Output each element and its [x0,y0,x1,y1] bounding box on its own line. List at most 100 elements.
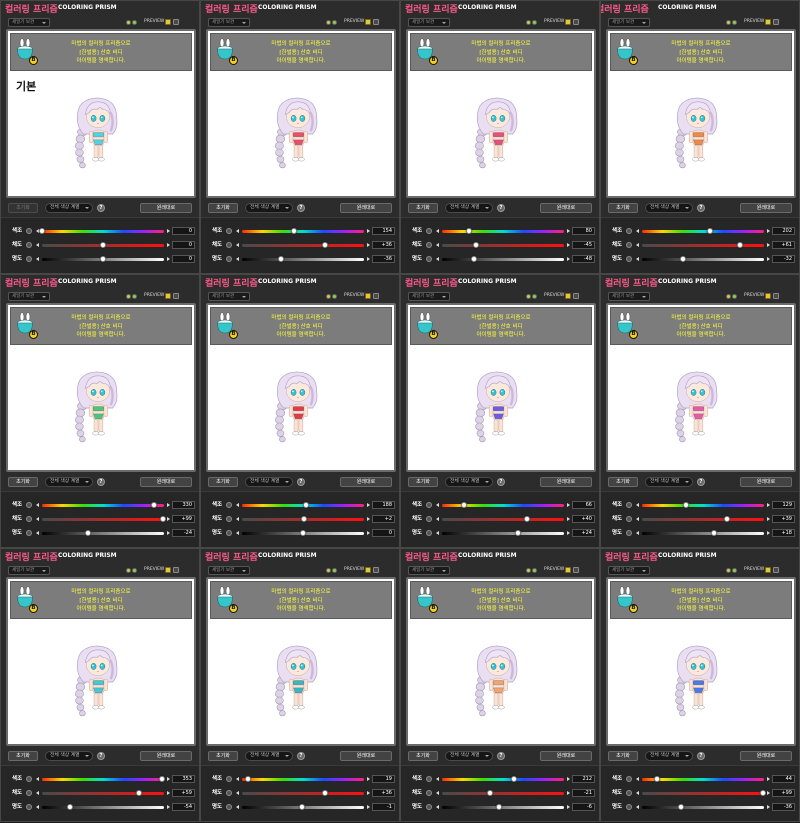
saturation-info-icon[interactable] [426,516,432,522]
hue-increase-arrow-icon[interactable] [167,776,170,781]
revert-button[interactable]: 원래대로 [540,477,592,487]
hue-decrease-arrow-icon[interactable] [436,502,439,507]
saturation-decrease-arrow-icon[interactable] [36,516,39,521]
background-icon[interactable] [173,293,179,299]
brightness-increase-arrow-icon[interactable] [167,804,170,809]
hue-slider-knob[interactable] [707,228,714,234]
brightness-slider-knob[interactable] [470,256,477,262]
background-icon[interactable] [773,567,779,573]
saturation-info-icon[interactable] [226,790,232,796]
help-icon[interactable]: ? [697,752,705,760]
hue-increase-arrow-icon[interactable] [167,228,170,233]
revert-button[interactable]: 원래대로 [340,203,392,213]
reset-button[interactable]: 초기화 [8,477,38,487]
preview-toggle-icon[interactable] [326,294,331,299]
hue-info-icon[interactable] [26,228,32,234]
hue-increase-arrow-icon[interactable] [767,228,770,233]
hue-slider[interactable] [442,229,564,233]
preview-toggle-icon[interactable] [126,20,131,25]
help-icon[interactable]: ? [297,204,305,212]
brightness-increase-arrow-icon[interactable] [567,256,570,261]
brightness-increase-arrow-icon[interactable] [367,256,370,261]
hue-decrease-arrow-icon[interactable] [436,228,439,233]
saturation-slider[interactable] [42,791,164,795]
hue-slider-knob[interactable] [682,502,689,508]
brightness-slider-knob[interactable] [278,256,285,262]
preview-on-icon[interactable] [132,294,137,299]
color-range-dropdown[interactable]: 전체 색상 계열 [645,751,693,761]
hue-info-icon[interactable] [226,228,232,234]
hue-slider-knob[interactable] [291,228,298,234]
brightness-value[interactable]: +24 [572,529,595,537]
brightness-slider-knob[interactable] [514,530,521,536]
brightness-value[interactable]: -48 [572,255,595,263]
hue-slider-knob[interactable] [39,228,45,234]
brightness-info-icon[interactable] [626,804,632,810]
brightness-decrease-arrow-icon[interactable] [36,530,39,535]
hue-slider[interactable] [442,777,564,781]
hue-slider-knob[interactable] [158,776,165,782]
outfit-dropdown[interactable]: 세일기 보관 [8,292,50,301]
preview-toggle-icon[interactable] [126,294,131,299]
preview-toggle-icon[interactable] [526,294,531,299]
background-icon[interactable] [173,19,179,25]
preview-on-icon[interactable] [132,568,137,573]
saturation-decrease-arrow-icon[interactable] [636,790,639,795]
brightness-value[interactable]: -32 [772,255,795,263]
hue-increase-arrow-icon[interactable] [567,776,570,781]
saturation-info-icon[interactable] [426,242,432,248]
saturation-slider[interactable] [642,243,764,247]
preview-toggle-icon[interactable] [126,568,131,573]
hue-info-icon[interactable] [626,502,632,508]
layout-icon[interactable] [365,19,371,25]
saturation-increase-arrow-icon[interactable] [367,516,370,521]
preview-on-icon[interactable] [732,568,737,573]
saturation-value[interactable]: -45 [572,241,595,249]
brightness-increase-arrow-icon[interactable] [567,804,570,809]
hue-decrease-arrow-icon[interactable] [36,776,39,781]
brightness-slider-knob[interactable] [100,256,106,262]
help-icon[interactable]: ? [297,752,305,760]
preview-toggle-icon[interactable] [726,20,731,25]
hue-slider[interactable] [42,777,164,781]
saturation-info-icon[interactable] [626,516,632,522]
hue-slider[interactable] [42,503,164,507]
layout-icon[interactable] [565,19,571,25]
saturation-decrease-arrow-icon[interactable] [236,242,239,247]
preview-on-icon[interactable] [732,20,737,25]
reset-button[interactable]: 초기화 [608,751,638,761]
preview-on-icon[interactable] [332,568,337,573]
hue-decrease-arrow-icon[interactable] [236,776,239,781]
color-range-dropdown[interactable]: 전체 색상 계열 [45,477,93,487]
saturation-increase-arrow-icon[interactable] [167,516,170,521]
saturation-slider-knob[interactable] [737,242,744,248]
saturation-value[interactable]: -21 [572,789,595,797]
hue-increase-arrow-icon[interactable] [367,228,370,233]
saturation-increase-arrow-icon[interactable] [167,242,170,247]
hue-value[interactable]: 330 [172,501,195,509]
outfit-dropdown[interactable]: 세일기 보관 [608,292,650,301]
saturation-slider[interactable] [242,791,364,795]
brightness-increase-arrow-icon[interactable] [367,804,370,809]
brightness-slider[interactable] [642,531,764,535]
background-icon[interactable] [773,19,779,25]
saturation-decrease-arrow-icon[interactable] [436,516,439,521]
outfit-dropdown[interactable]: 세일기 보관 [608,566,650,575]
brightness-slider[interactable] [642,257,764,261]
hue-increase-arrow-icon[interactable] [767,502,770,507]
reset-button[interactable]: 초기화 [208,751,238,761]
saturation-slider[interactable] [442,243,564,247]
hue-slider-knob[interactable] [653,776,660,782]
reset-button[interactable]: 초기화 [608,477,638,487]
hue-info-icon[interactable] [426,228,432,234]
help-icon[interactable]: ? [697,204,705,212]
saturation-value[interactable]: +99 [772,789,795,797]
saturation-increase-arrow-icon[interactable] [767,242,770,247]
saturation-slider[interactable] [42,517,164,521]
layout-icon[interactable] [365,567,371,573]
brightness-increase-arrow-icon[interactable] [767,530,770,535]
help-icon[interactable]: ? [97,204,105,212]
layout-icon[interactable] [565,293,571,299]
hue-slider-knob[interactable] [461,502,468,508]
brightness-slider-knob[interactable] [67,804,74,810]
